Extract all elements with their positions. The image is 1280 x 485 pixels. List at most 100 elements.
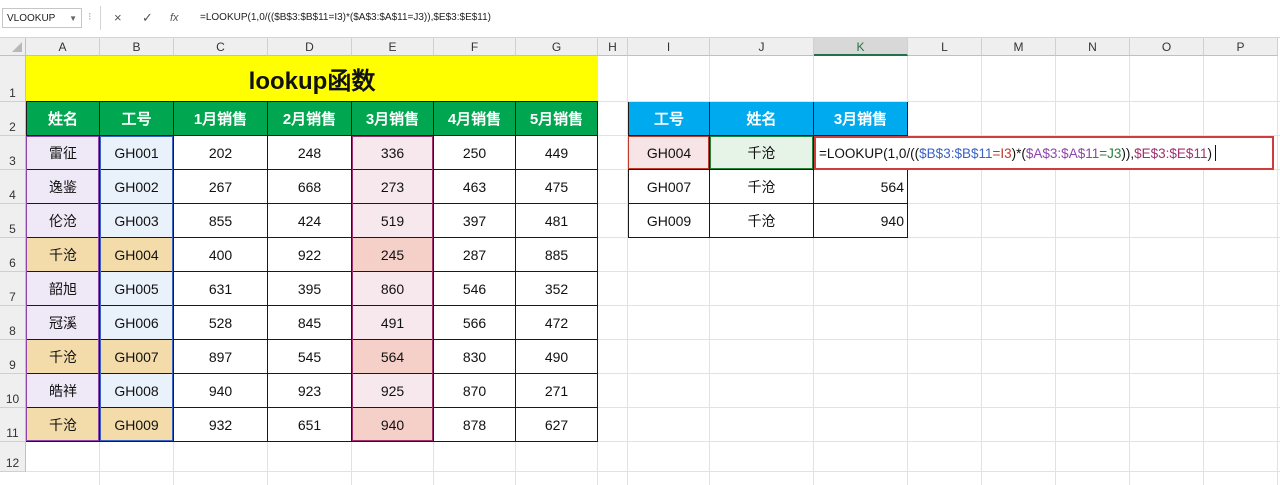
table-cell[interactable]: 449 <box>516 136 598 170</box>
main-header-cell[interactable]: 工号 <box>100 102 174 136</box>
active-edit-cell[interactable]: =LOOKUP(1,0/(($B$3:$B$11 =I3)*($A$3:$A$11… <box>814 136 1274 170</box>
column-header-l[interactable]: L <box>908 38 982 56</box>
lookup-cell[interactable]: 千沧 <box>710 204 814 238</box>
table-cell[interactable]: 248 <box>268 136 352 170</box>
column-header-b[interactable]: B <box>100 38 174 56</box>
table-cell[interactable]: 545 <box>268 340 352 374</box>
column-header-o[interactable]: O <box>1130 38 1204 56</box>
worksheet-grid[interactable]: A B C D E F G H I J K L M N O P 1 2 3 4 5 6 7 8 9 10 11 12 lookup函数姓… <box>0 38 1280 485</box>
column-header-a[interactable]: A <box>26 38 100 56</box>
ref-highlight-j3 <box>710 136 813 169</box>
lookup-cell[interactable]: GH009 <box>628 204 710 238</box>
select-all-corner[interactable] <box>0 38 26 56</box>
table-cell[interactable]: 845 <box>268 306 352 340</box>
table-cell[interactable]: 546 <box>434 272 516 306</box>
table-cell[interactable]: 878 <box>434 408 516 442</box>
confirm-icon[interactable]: ✓ <box>142 10 153 26</box>
table-cell[interactable]: 287 <box>434 238 516 272</box>
main-header-cell[interactable]: 姓名 <box>26 102 100 136</box>
table-cell[interactable]: 475 <box>516 170 598 204</box>
column-header-i[interactable]: I <box>628 38 710 56</box>
table-cell[interactable]: 202 <box>174 136 268 170</box>
range-highlight-e <box>352 136 433 441</box>
row-header-12[interactable]: 12 <box>0 442 26 472</box>
table-cell[interactable]: 400 <box>174 238 268 272</box>
table-cell[interactable]: 472 <box>516 306 598 340</box>
table-cell[interactable]: 528 <box>174 306 268 340</box>
name-box-dropdown-icon[interactable]: ▼ <box>69 9 77 29</box>
row-header-3[interactable]: 3 <box>0 136 26 170</box>
table-cell[interactable]: 463 <box>434 170 516 204</box>
row-header-11[interactable]: 11 <box>0 408 26 442</box>
column-header-h[interactable]: H <box>598 38 628 56</box>
name-box[interactable]: VLOOKUP ▼ <box>2 8 82 28</box>
lookup-cell[interactable]: 千沧 <box>710 170 814 204</box>
table-cell[interactable]: 566 <box>434 306 516 340</box>
table-cell[interactable]: 250 <box>434 136 516 170</box>
table-cell[interactable]: 885 <box>516 238 598 272</box>
table-cell[interactable]: 897 <box>174 340 268 374</box>
table-cell[interactable]: 352 <box>516 272 598 306</box>
column-header-d[interactable]: D <box>268 38 352 56</box>
lookup-cell[interactable]: GH007 <box>628 170 710 204</box>
row-number: 9 <box>9 358 16 372</box>
row-header-5[interactable]: 5 <box>0 204 26 238</box>
column-header-m[interactable]: M <box>982 38 1056 56</box>
insert-function-icon[interactable]: fx <box>170 10 179 26</box>
column-header-g[interactable]: G <box>516 38 598 56</box>
table-cell[interactable]: 940 <box>174 374 268 408</box>
row-header-6[interactable]: 6 <box>0 238 26 272</box>
row-header-1[interactable]: 1 <box>0 56 26 102</box>
main-header-cell[interactable]: 5月销售 <box>516 102 598 136</box>
row-number: 7 <box>9 290 16 304</box>
row-header-2[interactable]: 2 <box>0 102 26 136</box>
row-header-9[interactable]: 9 <box>0 340 26 374</box>
table-cell[interactable]: 668 <box>268 170 352 204</box>
column-header-c[interactable]: C <box>174 38 268 56</box>
table-cell[interactable]: 271 <box>516 374 598 408</box>
table-cell[interactable]: 923 <box>268 374 352 408</box>
column-header-e[interactable]: E <box>352 38 434 56</box>
formula-token: $A$3:$A$11 <box>1025 145 1100 161</box>
column-header-j[interactable]: J <box>710 38 814 56</box>
main-header-cell[interactable]: 3月销售 <box>352 102 434 136</box>
table-cell[interactable]: 922 <box>268 238 352 272</box>
column-header-f[interactable]: F <box>434 38 516 56</box>
grip-icon: ⁝ <box>88 11 92 23</box>
column-header-k[interactable]: K <box>814 38 908 56</box>
lookup-header-cell[interactable]: 姓名 <box>710 102 814 136</box>
table-cell[interactable]: 651 <box>268 408 352 442</box>
table-cell[interactable]: 830 <box>434 340 516 374</box>
row-header-7[interactable]: 7 <box>0 272 26 306</box>
formula-token: =I3 <box>992 145 1012 161</box>
lookup-header-cell[interactable]: 工号 <box>628 102 710 136</box>
formula-token: (( <box>910 145 920 161</box>
table-cell[interactable]: 932 <box>174 408 268 442</box>
table-cell[interactable]: 870 <box>434 374 516 408</box>
table-cell[interactable]: 267 <box>174 170 268 204</box>
lookup-cell[interactable]: 564 <box>814 170 908 204</box>
main-header-cell[interactable]: 4月销售 <box>434 102 516 136</box>
row-header-8[interactable]: 8 <box>0 306 26 340</box>
table-cell[interactable]: 424 <box>268 204 352 238</box>
row-header-4[interactable]: 4 <box>0 170 26 204</box>
main-header-cell[interactable]: 2月销售 <box>268 102 352 136</box>
range-highlight-b <box>100 136 173 441</box>
table-cell[interactable]: 627 <box>516 408 598 442</box>
table-cell[interactable]: 395 <box>268 272 352 306</box>
main-header-cell[interactable]: 1月销售 <box>174 102 268 136</box>
column-header-n[interactable]: N <box>1056 38 1130 56</box>
table-cell[interactable]: 397 <box>434 204 516 238</box>
lookup-header-cell[interactable]: 3月销售 <box>814 102 908 136</box>
row-number: 11 <box>6 426 19 440</box>
table-cell[interactable]: 855 <box>174 204 268 238</box>
table-cell[interactable]: 490 <box>516 340 598 374</box>
column-header-p[interactable]: P <box>1204 38 1278 56</box>
row-header-10[interactable]: 10 <box>0 374 26 408</box>
sheet-title[interactable]: lookup函数 <box>26 56 598 102</box>
formula-input[interactable]: =LOOKUP(1,0/(($B$3:$B$11=I3)*($A$3:$A$11… <box>200 10 491 26</box>
table-cell[interactable]: 631 <box>174 272 268 306</box>
table-cell[interactable]: 481 <box>516 204 598 238</box>
lookup-cell[interactable]: 940 <box>814 204 908 238</box>
cancel-icon[interactable]: × <box>114 10 122 26</box>
